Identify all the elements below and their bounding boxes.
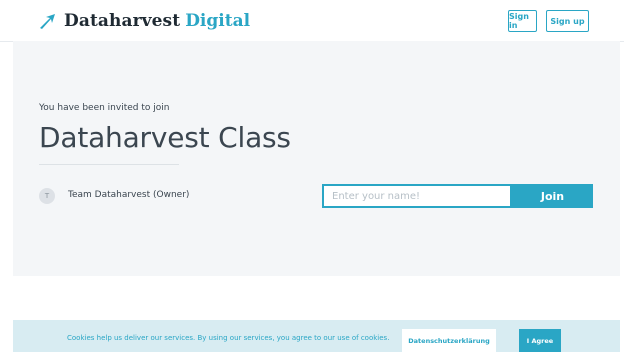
sign-up-button[interactable]: Sign up — [546, 10, 589, 32]
invite-panel: You have been invited to join Dataharves… — [13, 41, 620, 276]
invite-intro-text: You have been invited to join — [39, 103, 170, 113]
agree-button[interactable]: I Agree — [519, 329, 561, 352]
join-button[interactable]: Join — [512, 184, 593, 208]
privacy-policy-button[interactable]: Datenschutzerklärung — [402, 329, 496, 352]
owner-avatar: T — [39, 188, 55, 204]
brand-name: Dataharvest — [64, 11, 181, 31]
brand-accent: Digital — [185, 11, 251, 31]
sign-in-button[interactable]: Sign in — [508, 10, 537, 32]
class-title: Dataharvest Class — [39, 121, 291, 154]
arrow-up-right-icon — [40, 14, 55, 29]
owner-label: Team Dataharvest (Owner) — [68, 190, 190, 200]
title-divider — [39, 164, 179, 165]
brand-logo[interactable]: Dataharvest Digital — [38, 10, 250, 32]
cookie-message: Cookies help us deliver our services. By… — [67, 334, 390, 342]
name-input[interactable] — [322, 184, 512, 208]
top-navigation-bar: Dataharvest Digital Sign in Sign up — [0, 0, 624, 42]
